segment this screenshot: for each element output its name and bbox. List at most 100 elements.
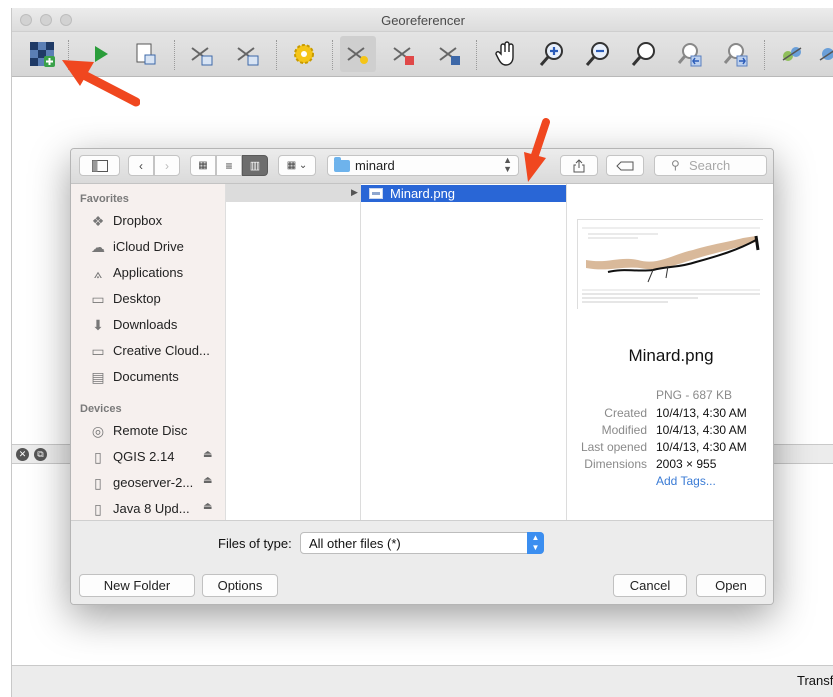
sidebar-item-label: Remote Disc <box>113 423 188 438</box>
sidebar-item-label: Dropbox <box>113 213 163 228</box>
folder-icon <box>334 157 350 172</box>
sidebar-item-desktop[interactable]: ▭ Desktop <box>71 287 225 311</box>
title-bar: Georeferencer <box>12 8 833 32</box>
file-thumbnail <box>577 219 764 310</box>
favorites-header: Favorites <box>80 193 129 205</box>
zoom-next-icon <box>723 43 748 67</box>
link-qgis-button[interactable] <box>812 36 833 72</box>
image-file-icon <box>369 188 383 199</box>
add-point-icon <box>347 47 368 64</box>
file-type-value: All other files (*) <box>309 536 401 551</box>
forward-button[interactable]: › <box>154 155 180 176</box>
share-icon <box>573 158 585 172</box>
tag-icon <box>616 161 634 170</box>
back-button[interactable]: ‹ <box>128 155 154 176</box>
eject-icon[interactable]: ⏏ <box>203 501 212 512</box>
sidebar-item-label: Documents <box>113 369 179 384</box>
open-file-dialog: ‹ › ▦ ≡ ▥ ▦ ⌄ minard ▲ ▼ ⚲ Search Favorit… <box>70 148 774 605</box>
disc-icon: ◎ <box>91 423 105 439</box>
sidebar-item-downloads[interactable]: ⬇ Downloads <box>71 313 225 337</box>
preview-file-name: Minard.png <box>628 346 714 365</box>
tags-button[interactable] <box>606 155 644 176</box>
move-point-button[interactable] <box>432 36 468 72</box>
sidebar-item-label: Downloads <box>113 317 178 332</box>
sidebar-item-java[interactable]: ▯ Java 8 Upd... ⏏ <box>71 497 225 520</box>
add-point-button[interactable] <box>340 36 376 72</box>
status-bar: Transf <box>12 665 833 697</box>
sidebar-item-documents[interactable]: ▤ Documents <box>71 365 225 389</box>
created-value: 10/4/13, 4:30 AM <box>656 406 747 420</box>
pan-button[interactable] <box>488 36 524 72</box>
share-button[interactable] <box>560 155 598 176</box>
zoom-last-icon <box>677 43 702 67</box>
zoom-in-icon <box>539 42 563 66</box>
icon-view-button[interactable]: ▦ <box>190 155 216 176</box>
annotation-arrow-icon <box>524 118 550 182</box>
selected-folder-row[interactable]: ▶ <box>226 184 361 202</box>
zoom-in-button[interactable] <box>534 36 570 72</box>
open-raster-icon <box>30 42 55 67</box>
link-georef-button[interactable] <box>774 36 810 72</box>
add-tags-link[interactable]: Add Tags... <box>656 474 716 488</box>
open-raster-button[interactable] <box>24 36 60 72</box>
search-input[interactable]: ⚲ Search <box>654 155 767 176</box>
settings-button[interactable] <box>286 36 322 72</box>
browser-column-files[interactable]: Minard.png <box>361 184 567 520</box>
sidebar-item-label: Creative Cloud... <box>113 343 210 358</box>
save-gcp-button[interactable] <box>230 36 266 72</box>
options-button[interactable]: Options <box>202 574 278 597</box>
sidebar-item-label: iCloud Drive <box>113 239 184 254</box>
sidebar-item-applications[interactable]: ⟑ Applications <box>71 261 225 285</box>
file-type-select[interactable]: All other files (*) ▲ ▼ <box>300 532 544 554</box>
column-view-button[interactable]: ▥ <box>242 155 268 176</box>
zoom-next-button[interactable] <box>718 36 754 72</box>
browser-column-parent[interactable]: ▶ <box>226 184 361 520</box>
window-title: Georeferencer <box>381 13 465 28</box>
arrange-button[interactable]: ▦ ⌄ <box>278 155 316 176</box>
sidebar-item-label: Java 8 Upd... <box>113 501 190 516</box>
file-row-selected[interactable]: Minard.png <box>361 185 566 202</box>
location-popup[interactable]: minard ▲ ▼ <box>327 155 519 176</box>
devices-header: Devices <box>80 403 122 415</box>
modified-label: Modified <box>601 423 647 437</box>
last-opened-value: 10/4/13, 4:30 AM <box>656 440 747 454</box>
chevron-updown-icon: ▲ ▼ <box>503 155 512 174</box>
arrange-icon: ▦ ⌄ <box>286 160 308 171</box>
zoom-out-button[interactable] <box>580 36 616 72</box>
link-icon <box>782 47 802 61</box>
save-gcp-icon <box>237 47 259 66</box>
load-gcp-button[interactable] <box>184 36 220 72</box>
status-text: Transf <box>797 673 833 688</box>
sidebar-toggle-button[interactable] <box>79 155 120 176</box>
modified-value: 10/4/13, 4:30 AM <box>656 423 747 437</box>
sidebar-item-creative-cloud[interactable]: ▭ Creative Cloud... <box>71 339 225 363</box>
zoom-full-button[interactable] <box>626 36 662 72</box>
disclosure-arrow-icon: ▶ <box>351 187 358 197</box>
cloud-icon: ☁ <box>91 239 105 255</box>
sidebar-item-geoserver[interactable]: ▯ geoserver-2... ⏏ <box>71 471 225 495</box>
delete-point-icon <box>393 47 414 65</box>
zoom-last-button[interactable] <box>672 36 708 72</box>
close-icon[interactable]: ✕ <box>16 448 29 461</box>
sidebar-item-dropbox[interactable]: ❖ Dropbox <box>71 209 225 233</box>
open-button[interactable]: Open <box>696 574 766 597</box>
preview-pane: Minard.png PNG - 687 KB Created 10/4/13,… <box>567 184 773 520</box>
dialog-sidebar: Favorites ❖ Dropbox ☁ iCloud Drive ⟑ App… <box>71 184 226 520</box>
cancel-button[interactable]: Cancel <box>613 574 687 597</box>
dimensions-label: Dimensions <box>584 457 647 471</box>
delete-point-button[interactable] <box>386 36 422 72</box>
chevron-right-icon: › <box>165 158 169 173</box>
drive-icon: ▯ <box>94 501 102 517</box>
new-folder-button[interactable]: New Folder <box>79 574 195 597</box>
eject-icon[interactable]: ⏏ <box>203 449 212 460</box>
float-dock-icon[interactable]: ⧉ <box>34 448 47 461</box>
search-placeholder: Search <box>689 158 731 173</box>
sidebar-item-qgis[interactable]: ▯ QGIS 2.14 ⏏ <box>71 445 225 469</box>
sidebar-item-icloud-drive[interactable]: ☁ iCloud Drive <box>71 235 225 259</box>
eject-icon[interactable]: ⏏ <box>203 475 212 486</box>
list-view-button[interactable]: ≡ <box>216 155 242 176</box>
sidebar-item-remote-disc[interactable]: ◎ Remote Disc <box>71 419 225 443</box>
applications-icon: ⟑ <box>93 265 103 281</box>
sidebar-item-label: Applications <box>113 265 184 280</box>
pan-icon <box>495 41 514 66</box>
